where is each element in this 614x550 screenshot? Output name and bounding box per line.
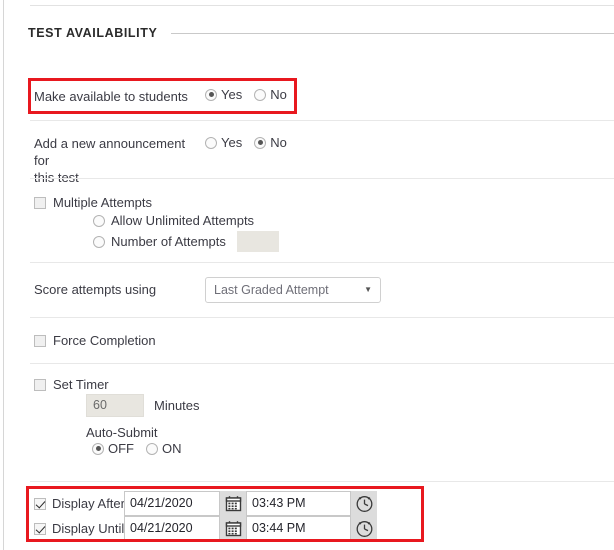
timer-minutes-input[interactable]: 60 [86, 394, 144, 417]
top-separator [30, 5, 614, 6]
radio-icon[interactable] [254, 136, 267, 149]
auto-submit-label: Auto-Submit [86, 425, 158, 440]
set-timer-label: Set Timer [53, 377, 109, 392]
auto-submit-label-row: Auto-Submit [86, 424, 614, 441]
calendar-icon[interactable] [220, 516, 246, 541]
separator [30, 262, 614, 263]
score-attempts-select[interactable]: Last Graded Attempt ▼ [205, 277, 381, 303]
radio-icon[interactable] [254, 88, 267, 101]
make-available-label: Make available to students [34, 89, 188, 104]
score-attempts-select-wrap: Last Graded Attempt ▼ [205, 277, 614, 303]
checkbox-icon[interactable] [34, 334, 46, 347]
multiple-attempts-label: Multiple Attempts [53, 195, 152, 210]
radio-icon[interactable] [93, 214, 105, 227]
display-until-label: Display Until [52, 521, 125, 536]
force-completion-label: Force Completion [53, 333, 156, 348]
radio-icon[interactable] [146, 442, 158, 455]
force-completion-row[interactable]: Force Completion [34, 332, 614, 349]
display-after-time-input[interactable]: 03:43 PM [246, 491, 351, 516]
clock-icon[interactable] [351, 491, 377, 516]
auto-submit-option-off[interactable]: OFF [92, 441, 134, 456]
left-border-rule [3, 0, 4, 550]
make-available-radio-group: Yes No [205, 87, 614, 104]
number-of-attempts-input[interactable] [236, 231, 279, 252]
announcement-label-line1: Add a new announcement for [34, 136, 186, 168]
radio-icon[interactable] [205, 136, 217, 149]
announcement-option-no[interactable]: No [254, 135, 287, 150]
separator [30, 481, 614, 482]
page-title: TEST AVAILABILITY [28, 26, 158, 40]
number-of-attempts-row[interactable]: Number of Attempts [93, 231, 614, 252]
number-of-attempts-label: Number of Attempts [111, 234, 226, 249]
make-available-option-yes[interactable]: Yes [205, 87, 242, 102]
clock-icon[interactable] [351, 516, 377, 541]
separator [30, 317, 614, 318]
display-after-date-input[interactable]: 04/21/2020 [124, 491, 220, 516]
multiple-attempts-row[interactable]: Multiple Attempts [34, 194, 614, 211]
radio-icon[interactable] [92, 442, 104, 455]
chevron-down-icon[interactable]: ▼ [364, 286, 372, 294]
checkbox-icon[interactable] [34, 378, 46, 391]
test-availability-panel: TEST AVAILABILITY Make available to stud… [0, 0, 614, 550]
allow-unlimited-attempts-label: Allow Unlimited Attempts [111, 213, 255, 228]
display-until-time-input[interactable]: 03:44 PM [246, 516, 351, 541]
separator [30, 120, 614, 121]
section-header-rule [171, 32, 614, 34]
score-attempts-label: Score attempts using [34, 282, 157, 297]
make-available-option-no[interactable]: No [254, 87, 287, 102]
auto-submit-radio-group: OFF ON [92, 441, 614, 458]
checkbox-icon[interactable] [34, 522, 46, 535]
display-after-label: Display After [52, 496, 125, 511]
announcement-no-label: No [270, 135, 287, 150]
announcement-radio-group: Yes No [205, 135, 614, 152]
checkbox-icon[interactable] [34, 196, 46, 209]
auto-submit-off-label: OFF [108, 441, 134, 456]
separator [30, 363, 614, 364]
checkbox-icon[interactable] [34, 497, 46, 510]
separator [30, 178, 614, 179]
radio-icon[interactable] [93, 235, 105, 248]
display-until-row: Display Until 04/21/2020 03:44 PM [34, 516, 377, 541]
radio-icon[interactable] [205, 88, 217, 101]
display-after-row: Display After 04/21/2020 03:43 PM [34, 491, 377, 516]
announcement-option-yes[interactable]: Yes [205, 135, 242, 150]
section-header: TEST AVAILABILITY [28, 24, 614, 42]
make-available-no-label: No [270, 87, 287, 102]
display-until-date-input[interactable]: 04/21/2020 [124, 516, 220, 541]
make-available-yes-label: Yes [221, 87, 243, 102]
score-attempts-selected-value: Last Graded Attempt [214, 283, 329, 297]
auto-submit-option-on[interactable]: ON [146, 441, 182, 456]
allow-unlimited-attempts-row[interactable]: Allow Unlimited Attempts [93, 212, 614, 229]
set-timer-row[interactable]: Set Timer [34, 376, 614, 393]
calendar-icon[interactable] [220, 491, 246, 516]
announcement-yes-label: Yes [221, 135, 243, 150]
auto-submit-on-label: ON [162, 441, 182, 456]
timer-minutes-row: 60 Minutes [86, 394, 614, 417]
timer-minutes-label: Minutes [154, 398, 200, 413]
